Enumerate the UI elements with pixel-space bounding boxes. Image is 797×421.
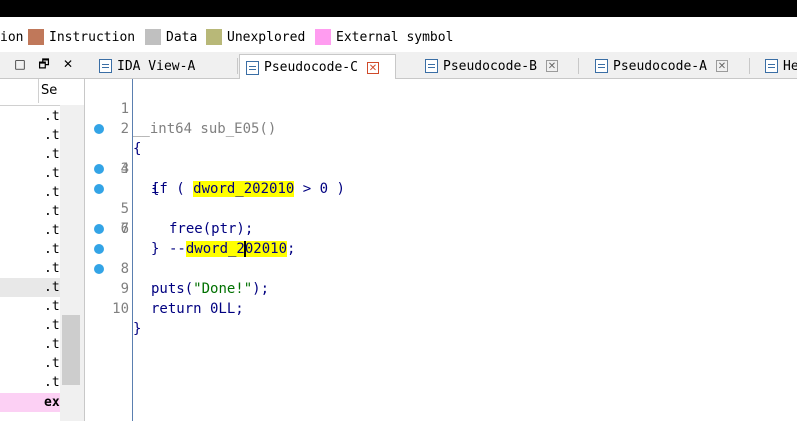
scrollbar-thumb[interactable]	[62, 315, 80, 385]
open-brace: {	[133, 141, 142, 157]
breakpoint-dot-icon[interactable]	[94, 244, 104, 254]
list-item[interactable]: .t	[0, 335, 60, 354]
legend-label: Unexplored	[227, 29, 306, 45]
free-call[interactable]: free(ptr);	[169, 219, 253, 239]
maximize-icon[interactable]: □	[12, 55, 28, 73]
code-line-8[interactable]: 8 puts("Done!");	[85, 219, 269, 297]
pseudocode-icon	[425, 59, 438, 73]
legend-label: Instruction	[49, 29, 136, 45]
code-line-9[interactable]: 9 return 0LL;	[85, 239, 244, 317]
close-brace: }	[133, 321, 142, 337]
column-divider	[38, 79, 39, 103]
tab-pseudocode-a[interactable]: Pseudocode-A ✕	[589, 54, 728, 78]
list-item[interactable]: .t	[0, 354, 60, 373]
tab-pseudocode-c[interactable]: Pseudocode-C ✕	[239, 54, 396, 80]
list-item[interactable]: .t	[0, 202, 60, 221]
legend-item-data: Data	[145, 27, 197, 47]
line-number: 10	[112, 301, 129, 317]
list-item-selected[interactable]: .t	[0, 278, 60, 297]
tab-close-icon[interactable]: ✕	[366, 61, 379, 74]
tab-label: IDA View-A	[117, 58, 196, 74]
function-signature[interactable]: __int64 sub_E05()	[133, 119, 276, 139]
tab-divider	[749, 58, 750, 74]
code-line-7[interactable]: 7 }	[85, 199, 160, 257]
code-line-10[interactable]: 10 }	[85, 259, 141, 337]
legend-label: External symbol	[336, 29, 454, 45]
list-item[interactable]: .t	[0, 373, 60, 392]
list-item[interactable]: .t	[0, 259, 60, 278]
tab-close-icon[interactable]: ✕	[715, 60, 728, 72]
legend-item-unexplored: Unexplored	[206, 27, 305, 47]
window-title-bar	[0, 0, 797, 17]
list-item[interactable]: .t	[0, 164, 60, 183]
puts-call[interactable]: puts("Done!");	[151, 279, 269, 299]
pseudocode-editor[interactable]: 1 __int64 sub_E05() 2 { 3 if ( dword_202…	[85, 79, 797, 421]
tab-label: Pseudocode-C	[264, 60, 358, 75]
pseudocode-icon	[246, 60, 259, 75]
disassembly-icon	[99, 59, 112, 73]
if-statement[interactable]: if ( dword_202010 > 0 )	[151, 179, 345, 199]
tab-divider	[578, 58, 579, 74]
segments-pane: Se .t .t .t .t .t .t .t .t .t .t .t .t .…	[0, 79, 85, 421]
pseudocode-icon	[595, 59, 608, 73]
code-line-1[interactable]: 1 __int64 sub_E05()	[85, 79, 277, 137]
navigation-legend: ion Instruction Data Unexplored External…	[0, 27, 797, 47]
list-item[interactable]: .t	[0, 107, 60, 126]
breakpoint-dot-icon[interactable]	[94, 164, 104, 174]
tab-label: He	[783, 58, 797, 74]
unexplored-swatch	[206, 29, 222, 45]
tab-pseudocode-b[interactable]: Pseudocode-B ✕	[419, 54, 558, 78]
list-item[interactable]: .t	[0, 126, 60, 145]
code-line-2[interactable]: 2 {	[85, 99, 142, 157]
restore-icon[interactable]: 🗗	[36, 55, 52, 73]
code-line-3[interactable]: 3 if ( dword_202010 > 0 )	[85, 119, 345, 197]
data-swatch	[145, 29, 161, 45]
list-item-external[interactable]: ex	[0, 393, 60, 412]
breakpoint-dot-icon[interactable]	[94, 124, 104, 134]
highlighted-variable[interactable]: dword_202010	[193, 181, 295, 197]
string-literal[interactable]: "Done!"	[193, 281, 252, 297]
decrement-statement[interactable]: --dword_202010;	[169, 239, 295, 259]
hex-view-icon	[765, 59, 778, 73]
legend-item-external-symbol: External symbol	[315, 27, 453, 47]
inner-close-brace: }	[151, 241, 160, 257]
list-item[interactable]: .t	[0, 183, 60, 202]
tab-label: Pseudocode-B	[443, 58, 537, 74]
tab-divider	[237, 58, 238, 74]
tab-label: Pseudocode-A	[613, 58, 707, 74]
highlighted-variable[interactable]: dword_202010	[185, 241, 288, 257]
breakpoint-dot-icon[interactable]	[94, 224, 104, 234]
legend-item-function: ion	[0, 27, 23, 47]
breakpoint-dot-icon[interactable]	[94, 264, 104, 274]
code-line-5[interactable]: 5 free(ptr);	[85, 159, 253, 237]
inner-open-brace: {	[151, 181, 160, 197]
breakpoint-dot-icon[interactable]	[94, 184, 104, 194]
legend-label: Data	[166, 29, 198, 45]
legend-label: ion	[0, 29, 24, 45]
vertical-scrollbar[interactable]	[60, 105, 84, 421]
code-line-6[interactable]: 6 --dword_202010;	[85, 179, 295, 257]
tab-ida-view-a[interactable]: IDA View-A	[93, 54, 195, 78]
tab-strip: □ 🗗 ✕ IDA View-A Pseudocode-C ✕ Pseudoco…	[0, 52, 797, 80]
tab-hex-view[interactable]: He	[759, 54, 797, 78]
list-item[interactable]: .t	[0, 221, 60, 240]
instruction-swatch	[28, 29, 44, 45]
close-pane-icon[interactable]: ✕	[60, 55, 76, 73]
external-symbol-swatch	[315, 29, 331, 45]
list-item[interactable]: .t	[0, 297, 60, 316]
header-divider	[0, 105, 60, 106]
list-item[interactable]: .t	[0, 145, 60, 164]
list-item[interactable]: .t	[0, 316, 60, 335]
return-statement[interactable]: return 0LL;	[151, 299, 244, 319]
segment-column-header[interactable]: Se	[41, 83, 57, 98]
list-item[interactable]: .t	[0, 240, 60, 259]
legend-item-instruction: Instruction	[28, 27, 135, 47]
code-line-4[interactable]: 4 {	[85, 139, 160, 197]
tab-close-icon[interactable]: ✕	[545, 60, 558, 72]
